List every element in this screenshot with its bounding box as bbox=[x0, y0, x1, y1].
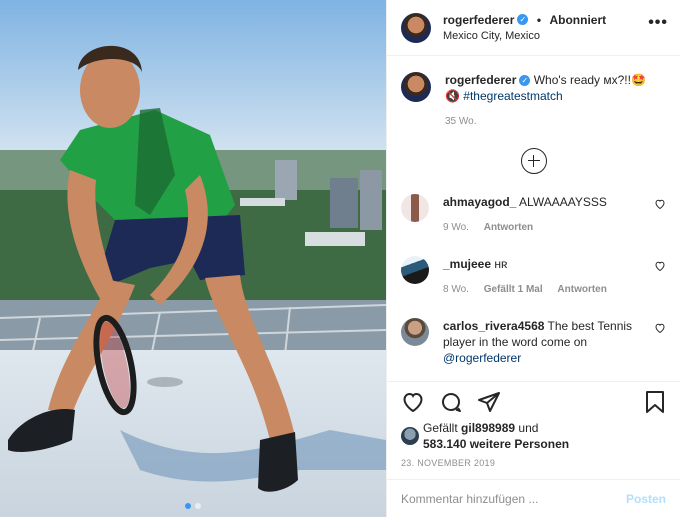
instagram-post: rogerfederer ✓ • Abonniert Mexico City, M… bbox=[0, 0, 680, 517]
author-username-link[interactable]: rogerfederer bbox=[443, 13, 514, 27]
hashtag-link[interactable]: #thegreatestmatch bbox=[463, 89, 562, 103]
caption-body: rogerfederer ✓ Who's ready ᴍx?!!🤩 🔇 #theg… bbox=[445, 72, 666, 130]
comment-like-count[interactable]: Gefällt 1 Mal bbox=[484, 284, 543, 295]
caption-username-link[interactable]: rogerfederer bbox=[445, 73, 516, 87]
liker-avatar[interactable] bbox=[401, 427, 419, 445]
caption-avatar[interactable] bbox=[401, 72, 431, 102]
comment-username-link[interactable]: _mujeee bbox=[443, 257, 491, 271]
post-details-pane: rogerfederer ✓ • Abonniert Mexico City, M… bbox=[386, 0, 680, 517]
header-separator: • bbox=[536, 12, 542, 27]
caption-time[interactable]: 35 Wo. bbox=[445, 116, 477, 127]
likes-prefix: Gefällt bbox=[423, 421, 458, 435]
comment-username-link[interactable]: ahmayagod_ bbox=[443, 195, 516, 209]
verified-badge-icon: ✓ bbox=[517, 13, 529, 25]
commenter-avatar[interactable] bbox=[401, 194, 429, 222]
comment-body: carlos_rivera4568 The best Tennis player… bbox=[443, 318, 646, 366]
comment-username-link[interactable]: carlos_rivera4568 bbox=[443, 319, 544, 333]
action-icons bbox=[401, 386, 666, 418]
photo-illustration bbox=[0, 0, 386, 517]
comment-like-heart-icon[interactable] bbox=[654, 322, 666, 334]
share-send-icon[interactable] bbox=[477, 390, 501, 414]
carousel-dot bbox=[195, 503, 201, 509]
location-link[interactable]: Mexico City, Mexico bbox=[443, 28, 606, 44]
reply-button[interactable]: Antworten bbox=[484, 222, 533, 233]
post-caption: rogerfederer ✓ Who's ready ᴍx?!!🤩 🔇 #theg… bbox=[401, 72, 666, 130]
carousel-dots bbox=[185, 503, 201, 509]
comment-input[interactable]: Kommentar hinzufügen ... bbox=[401, 492, 626, 506]
others-likes-link[interactable]: 583.140 weitere Personen bbox=[423, 437, 569, 451]
speaker-icon: 🔇 bbox=[445, 89, 460, 103]
caption-text: Who's ready ᴍx?!!🤩 bbox=[533, 73, 646, 87]
comment-body: ahmayagod_ ALWAAAAYSSS 9 Wo. Antworten bbox=[443, 194, 646, 236]
verified-badge-icon: ✓ bbox=[519, 75, 531, 87]
comment-meta: 8 Wo. Gefällt 1 Mal Antworten bbox=[443, 282, 646, 298]
comment-meta: 9 Wo. Antworten bbox=[443, 220, 646, 236]
liker-username-link[interactable]: gil898989 bbox=[461, 421, 515, 435]
comment-text: ʜʀ bbox=[494, 257, 508, 271]
author-avatar[interactable] bbox=[401, 12, 431, 43]
more-options-icon[interactable]: ••• bbox=[648, 14, 668, 32]
comment-time[interactable]: 9 Wo. bbox=[443, 222, 469, 233]
carousel-dot-active bbox=[185, 503, 191, 509]
reply-button[interactable]: Antworten bbox=[557, 284, 606, 295]
commenter-avatar[interactable] bbox=[401, 256, 429, 284]
likes-text: Gefällt gil898989 und 583.140 weitere Pe… bbox=[423, 420, 569, 452]
post-header: rogerfederer ✓ • Abonniert Mexico City, M… bbox=[387, 0, 680, 56]
post-date[interactable]: 23. NOVEMBER 2019 bbox=[401, 458, 666, 468]
mention-link[interactable]: @rogerfederer bbox=[443, 351, 521, 365]
comment-bubble-icon[interactable] bbox=[439, 390, 463, 414]
post-actions: Gefällt gil898989 und 583.140 weitere Pe… bbox=[387, 381, 680, 468]
commenter-avatar[interactable] bbox=[401, 318, 429, 346]
comment-body: _mujeee ʜʀ 8 Wo. Gefällt 1 Mal Antworten bbox=[443, 256, 646, 298]
comment-item: carlos_rivera4568 The best Tennis player… bbox=[401, 318, 666, 366]
comment-like-heart-icon[interactable] bbox=[654, 198, 666, 210]
comment-time[interactable]: 8 Wo. bbox=[443, 284, 469, 295]
add-comment-bar: Kommentar hinzufügen ... Posten bbox=[387, 479, 680, 517]
caption-meta: 35 Wo. bbox=[445, 114, 666, 130]
load-more-comments-icon[interactable] bbox=[520, 148, 547, 174]
comment-like-heart-icon[interactable] bbox=[654, 260, 666, 272]
post-photo[interactable] bbox=[0, 0, 386, 517]
follow-status-button[interactable]: Abonniert bbox=[549, 13, 606, 27]
comment-item: _mujeee ʜʀ 8 Wo. Gefällt 1 Mal Antworten bbox=[401, 256, 666, 298]
header-text: rogerfederer ✓ • Abonniert Mexico City, M… bbox=[443, 12, 606, 44]
bookmark-save-icon[interactable] bbox=[644, 390, 666, 414]
likes-summary: Gefällt gil898989 und 583.140 weitere Pe… bbox=[401, 420, 666, 452]
comment-item: ahmayagod_ ALWAAAAYSSS 9 Wo. Antworten bbox=[401, 194, 666, 236]
post-comment-button[interactable]: Posten bbox=[626, 492, 666, 506]
comments-section[interactable]: rogerfederer ✓ Who's ready ᴍx?!!🤩 🔇 #theg… bbox=[387, 56, 680, 376]
like-heart-icon[interactable] bbox=[401, 390, 425, 414]
likes-suffix: und bbox=[518, 421, 539, 435]
comment-text: ALWAAAAYSSS bbox=[519, 195, 607, 209]
